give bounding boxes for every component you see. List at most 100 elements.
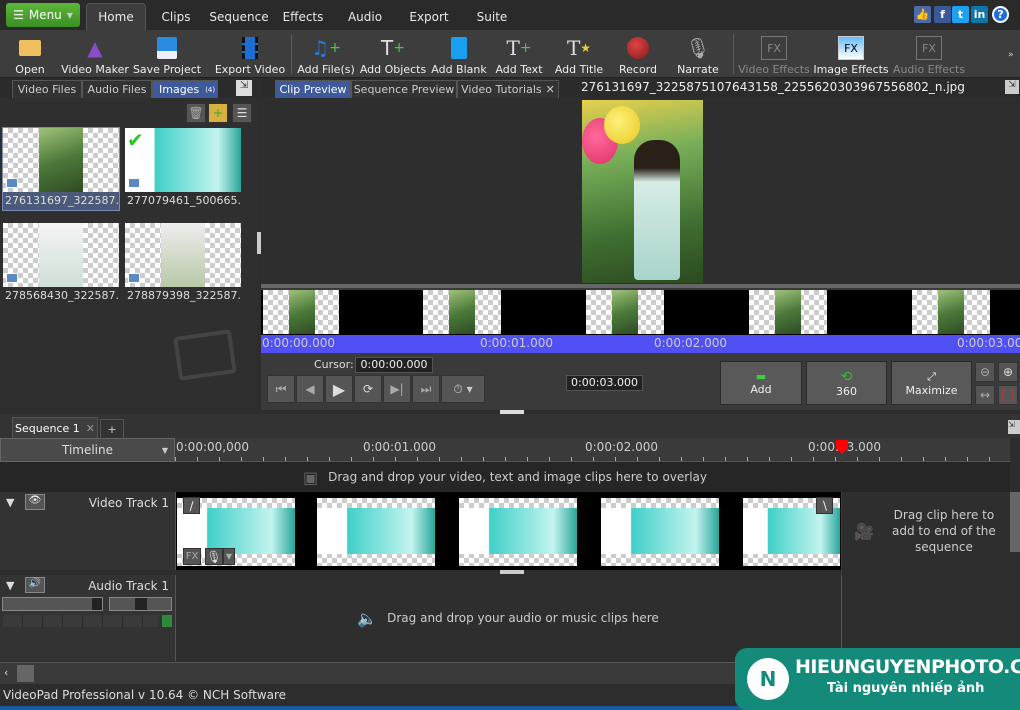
pan-slider[interactable] (109, 597, 172, 611)
timeline-mode-select[interactable]: Timeline ▼ (0, 438, 175, 462)
fade-in-icon[interactable]: ∕ (183, 497, 200, 514)
video-clip[interactable] (459, 498, 577, 566)
close-icon[interactable]: ✕ (86, 422, 95, 435)
tab-video-files[interactable]: Video Files (12, 80, 82, 98)
tab-suite[interactable]: Suite (474, 3, 510, 30)
zoom-in-icon[interactable]: ⊕ (998, 362, 1018, 382)
timeline-ruler[interactable]: 0:00:00,000 0:00:01.000 0:00:02.000 0:00… (175, 438, 1010, 462)
fade-out-icon[interactable]: ∖ (816, 497, 833, 514)
zoom-out-icon[interactable]: ⊖ (975, 362, 995, 382)
filmstrip-frame (586, 290, 664, 334)
loop-button[interactable]: ⟳ (354, 375, 382, 403)
linkedin-icon[interactable]: in (971, 6, 988, 23)
video-effects-button[interactable]: FX Video Effects (738, 32, 810, 76)
undock-icon[interactable]: ⇲ (1005, 80, 1019, 94)
360-button[interactable]: ⟲ 360 (806, 361, 887, 405)
open-button[interactable]: Open (10, 32, 50, 76)
add-to-sequence-button[interactable]: ▬ Add (720, 361, 802, 405)
slider-thumb[interactable] (135, 598, 147, 610)
ruler-label: 0:00:02.000 (654, 336, 727, 350)
bin-item[interactable]: 278568430_322587... (3, 223, 119, 305)
audio-level-meter (3, 615, 159, 627)
image-type-icon (6, 178, 18, 188)
scrollbar-thumb[interactable] (17, 665, 34, 682)
volume-slider[interactable] (2, 597, 103, 611)
tab-effects[interactable]: Effects (278, 3, 328, 30)
tab-video-tutorials[interactable]: Video Tutorials ✕ (457, 80, 559, 98)
twitter-icon[interactable]: t (952, 6, 969, 23)
eye-icon[interactable]: 👁 (25, 494, 45, 510)
text-add-icon: T + (506, 36, 532, 60)
add-sequence-button[interactable]: + (100, 419, 124, 438)
add-title-button[interactable]: T ★ Add Title (555, 32, 603, 76)
overlay-track-dropzone[interactable]: ▣ Drag and drop your video, text and imag… (0, 462, 1010, 492)
splitter-handle[interactable] (500, 570, 524, 574)
help-icon[interactable]: ? (992, 6, 1009, 23)
speed-button[interactable]: ⏱ ▾ (441, 375, 485, 403)
play-button[interactable]: ▶ (325, 375, 353, 403)
speaker-icon[interactable]: 🔊 (25, 577, 45, 593)
skip-to-end-button[interactable]: ⏭ (412, 375, 440, 403)
record-button[interactable]: Record (618, 32, 658, 76)
audio-effects-button[interactable]: FX Audio Effects (893, 32, 965, 76)
tab-home[interactable]: Home (86, 3, 146, 30)
tab-audio-files[interactable]: Audio Files (82, 80, 152, 98)
add-objects-button[interactable]: T + Add Objects (360, 32, 426, 76)
list-view-icon[interactable]: ☰ (232, 103, 252, 123)
filmstrip-frame (423, 290, 501, 334)
facebook-icon[interactable]: f (934, 6, 951, 23)
chevron-down-icon[interactable]: ▼ (223, 548, 235, 565)
overflow-chevron-icon[interactable]: » (1008, 50, 1014, 60)
level-indicator (162, 615, 172, 627)
add-files-button[interactable]: ♫ + Add File(s) (297, 32, 355, 76)
ruler-label: 0:00:00.000 (262, 336, 335, 350)
preview-ruler[interactable]: 0:00:00.000 0:00:01.000 0:00:02.000 0:00… (261, 335, 1020, 353)
microphone-icon[interactable]: 🎙 (205, 548, 223, 565)
maximize-button[interactable]: ⤢ Maximize (891, 361, 972, 405)
save-project-button[interactable]: Save Project (133, 32, 201, 76)
add-blank-button[interactable]: Add Blank (431, 32, 487, 76)
collapse-triangle-icon[interactable]: ▼ (6, 496, 14, 509)
bin-item[interactable]: 276131697_322587... (2, 127, 120, 211)
image-type-icon (128, 178, 140, 188)
undock-icon[interactable]: ⇲ (236, 80, 252, 96)
slider-thumb[interactable] (92, 598, 102, 610)
undock-icon[interactable]: ⇲ (1008, 420, 1020, 434)
skip-to-start-button[interactable]: ⏮ (267, 375, 295, 403)
thumbs-up-icon[interactable]: 👍 (914, 6, 931, 23)
tab-audio[interactable]: Audio (344, 3, 386, 30)
collapse-triangle-icon[interactable]: ▼ (6, 579, 14, 592)
video-maker-button[interactable]: ▲ Video Maker (61, 32, 129, 76)
step-back-button[interactable]: ◀ (296, 375, 324, 403)
tab-clip-preview[interactable]: Clip Preview (275, 80, 351, 98)
vertical-scrollbar[interactable] (1010, 492, 1020, 552)
export-video-button[interactable]: Export Video (215, 32, 285, 76)
tab-sequence-1[interactable]: Sequence 1 ✕ (12, 417, 98, 438)
tab-sequence-preview[interactable]: Sequence Preview (351, 80, 457, 98)
end-of-sequence-dropzone[interactable]: 🎥 Drag clip here to add to end of the seq… (842, 492, 1010, 570)
clip-fx-button[interactable]: FX (183, 548, 201, 565)
close-icon[interactable]: ✕ (546, 83, 555, 96)
video-clip[interactable] (601, 498, 719, 566)
tab-clips[interactable]: Clips (155, 3, 197, 30)
bin-item[interactable]: 278879398_322587... (125, 223, 241, 305)
tab-images[interactable]: Images (4) (152, 80, 218, 98)
menu-button[interactable]: ☰ Menu ▼ (6, 3, 80, 27)
image-effects-button[interactable]: FX Image Effects (813, 32, 889, 76)
bin-item[interactable]: ✔ 277079461_500665... (125, 128, 241, 210)
narrate-button[interactable]: 🎙 Narrate (677, 32, 719, 76)
girl-figure (634, 140, 680, 280)
step-forward-button[interactable]: ▶| (383, 375, 411, 403)
tab-export[interactable]: Export (405, 3, 453, 30)
chevron-down-icon: ▼ (161, 445, 168, 455)
add-text-button[interactable]: T + Add Text (495, 32, 543, 76)
trash-icon[interactable]: 🗑 (186, 103, 206, 123)
cursor-input[interactable]: 0:00:00.000 (355, 357, 433, 373)
fit-width-icon[interactable]: ↔ (975, 385, 995, 405)
video-clip[interactable] (317, 498, 435, 566)
thumbnail-image: ✔ (125, 128, 241, 192)
tab-sequence[interactable]: Sequence (207, 3, 271, 30)
new-folder-icon[interactable]: + (208, 103, 228, 123)
scroll-left-icon[interactable]: ‹ (4, 666, 8, 679)
crop-brackets-icon[interactable]: [ ] (998, 385, 1018, 405)
